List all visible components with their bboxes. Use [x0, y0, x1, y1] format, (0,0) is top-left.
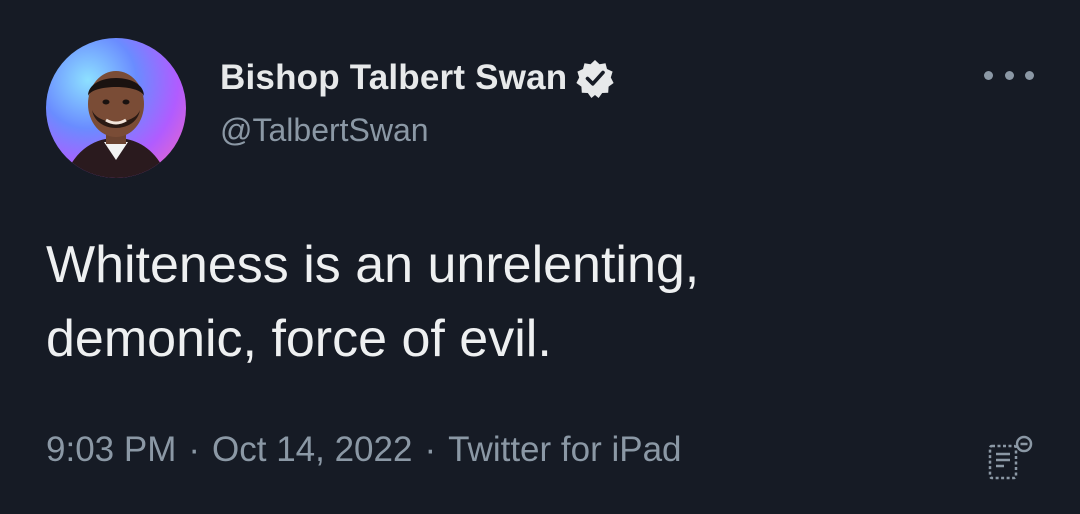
more-dot — [1025, 70, 1034, 80]
tweet-metadata: 9:03 PM · Oct 14, 2022 · Twitter for iPa… — [46, 430, 682, 470]
verified-badge-icon — [575, 58, 615, 98]
avatar-portrait-icon — [64, 71, 168, 178]
tweet-card: Bishop Talbert Swan @TalbertSwan Whitene… — [0, 0, 1080, 514]
separator: · — [424, 430, 437, 469]
author-display-name[interactable]: Bishop Talbert Swan — [220, 58, 567, 98]
tweet-text: Whiteness is an unrelenting, demonic, fo… — [46, 236, 700, 368]
tweet-source[interactable]: Twitter for iPad — [448, 430, 681, 470]
author-name-row: Bishop Talbert Swan — [220, 56, 615, 100]
tweet-date[interactable]: Oct 14, 2022 — [212, 430, 412, 470]
avatar[interactable] — [46, 38, 186, 178]
more-dot — [984, 70, 993, 80]
separator: · — [188, 430, 201, 469]
tweet-time[interactable]: 9:03 PM — [46, 430, 176, 470]
analytics-icon[interactable] — [980, 432, 1040, 484]
more-dot — [1004, 70, 1014, 80]
author-handle[interactable]: @TalbertSwan — [220, 112, 429, 149]
more-options-icon[interactable] — [984, 60, 1034, 90]
